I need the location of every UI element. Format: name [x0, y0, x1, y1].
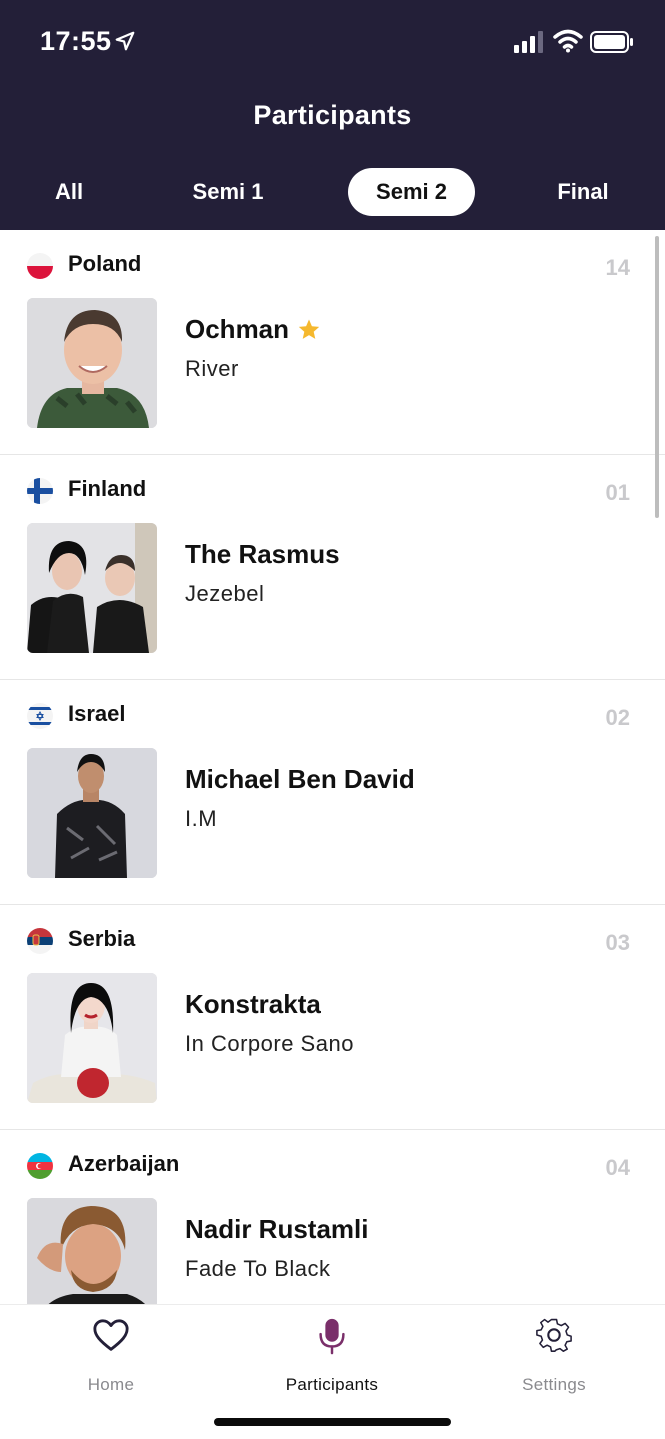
tabbar-home[interactable]: Home: [36, 1317, 186, 1397]
status-bar: 17:55: [0, 0, 665, 85]
participant-entry[interactable]: Israel 02 Michael Ben David I.M: [0, 680, 665, 905]
song-title: River: [185, 356, 239, 381]
artist-name: The Rasmus: [185, 539, 340, 569]
country-name: Serbia: [68, 926, 136, 951]
country-name: Poland: [68, 251, 142, 276]
battery-icon: [590, 31, 633, 53]
running-order: 02: [605, 705, 630, 730]
tab-all[interactable]: All: [28, 168, 110, 216]
tab-final[interactable]: Final: [533, 168, 633, 216]
poland-flag-icon: [27, 253, 53, 279]
artist-name: Michael Ben David: [185, 764, 415, 794]
artist-photo: [27, 523, 157, 653]
country-name: Finland: [68, 476, 147, 501]
finland-flag-icon: [27, 478, 53, 504]
status-time: 17:55: [40, 26, 112, 56]
microphone-icon: [319, 1318, 345, 1355]
country-row: Serbia 03: [27, 925, 647, 955]
home-indicator: [214, 1418, 451, 1426]
country-row: Finland 01: [27, 475, 647, 505]
song-title: I.M: [185, 806, 218, 831]
country-name: Israel: [68, 701, 126, 726]
location-arrow-icon: [115, 31, 135, 51]
artist-name: Ochman: [185, 314, 290, 344]
header: 17:55 Participants All Semi 1 Semi 2 Fin…: [0, 0, 665, 230]
tabbar-participants[interactable]: Participants: [257, 1317, 407, 1397]
bottom-tab-bar: Home Participants Settings: [0, 1304, 665, 1439]
scrollbar[interactable]: [655, 236, 659, 518]
country-row: Poland 14: [27, 250, 647, 280]
artist-name: Nadir Rustamli: [185, 1214, 369, 1244]
artist-name: Konstrakta: [185, 989, 321, 1019]
artist-photo: [27, 1198, 157, 1304]
country-row: Israel 02: [27, 700, 647, 730]
country-row: Azerbaijan 04: [27, 1150, 647, 1180]
song-title: In Corpore Sano: [185, 1031, 354, 1056]
stage-tabs: All Semi 1 Semi 2 Final: [0, 168, 665, 218]
participant-entry[interactable]: Finland 01 The Rasmus Jezebel: [0, 455, 665, 680]
running-order: 14: [605, 255, 630, 280]
participant-entry[interactable]: Serbia 03 Konstrakta In Corpore Sano: [0, 905, 665, 1130]
gear-icon: [536, 1318, 572, 1352]
cellular-signal-icon: [514, 31, 543, 53]
artist-photo: [27, 298, 157, 428]
page-title: Participants: [253, 100, 412, 130]
running-order: 03: [605, 930, 630, 955]
tabbar-home-label: Home: [87, 1375, 135, 1394]
heart-icon: [93, 1319, 129, 1351]
israel-flag-icon: [27, 703, 53, 729]
artist-photo: [27, 748, 157, 878]
serbia-flag-icon: [27, 928, 53, 954]
tab-semi-1[interactable]: Semi 1: [168, 168, 288, 216]
tabbar-settings-label: Settings: [522, 1375, 586, 1394]
tabbar-settings[interactable]: Settings: [479, 1317, 629, 1397]
tabbar-participants-label: Participants: [285, 1375, 379, 1394]
azerbaijan-flag-icon: [27, 1153, 53, 1179]
participant-entry[interactable]: Azerbaijan 04 Nadir Rustamli Fade To Bla…: [0, 1130, 665, 1304]
running-order: 04: [605, 1155, 630, 1180]
favorite-star-icon[interactable]: [297, 318, 321, 342]
artist-photo: [27, 973, 157, 1103]
participant-entry[interactable]: Poland 14 Ochman River: [0, 230, 665, 455]
wifi-icon: [553, 29, 583, 53]
tab-semi-2[interactable]: Semi 2: [348, 168, 475, 216]
country-name: Azerbaijan: [68, 1151, 180, 1176]
song-title: Jezebel: [185, 581, 265, 606]
song-title: Fade To Black: [185, 1256, 331, 1281]
participants-list[interactable]: Poland 14 Ochman River Finland 01 The Ra…: [0, 230, 665, 1304]
running-order: 01: [605, 480, 630, 505]
